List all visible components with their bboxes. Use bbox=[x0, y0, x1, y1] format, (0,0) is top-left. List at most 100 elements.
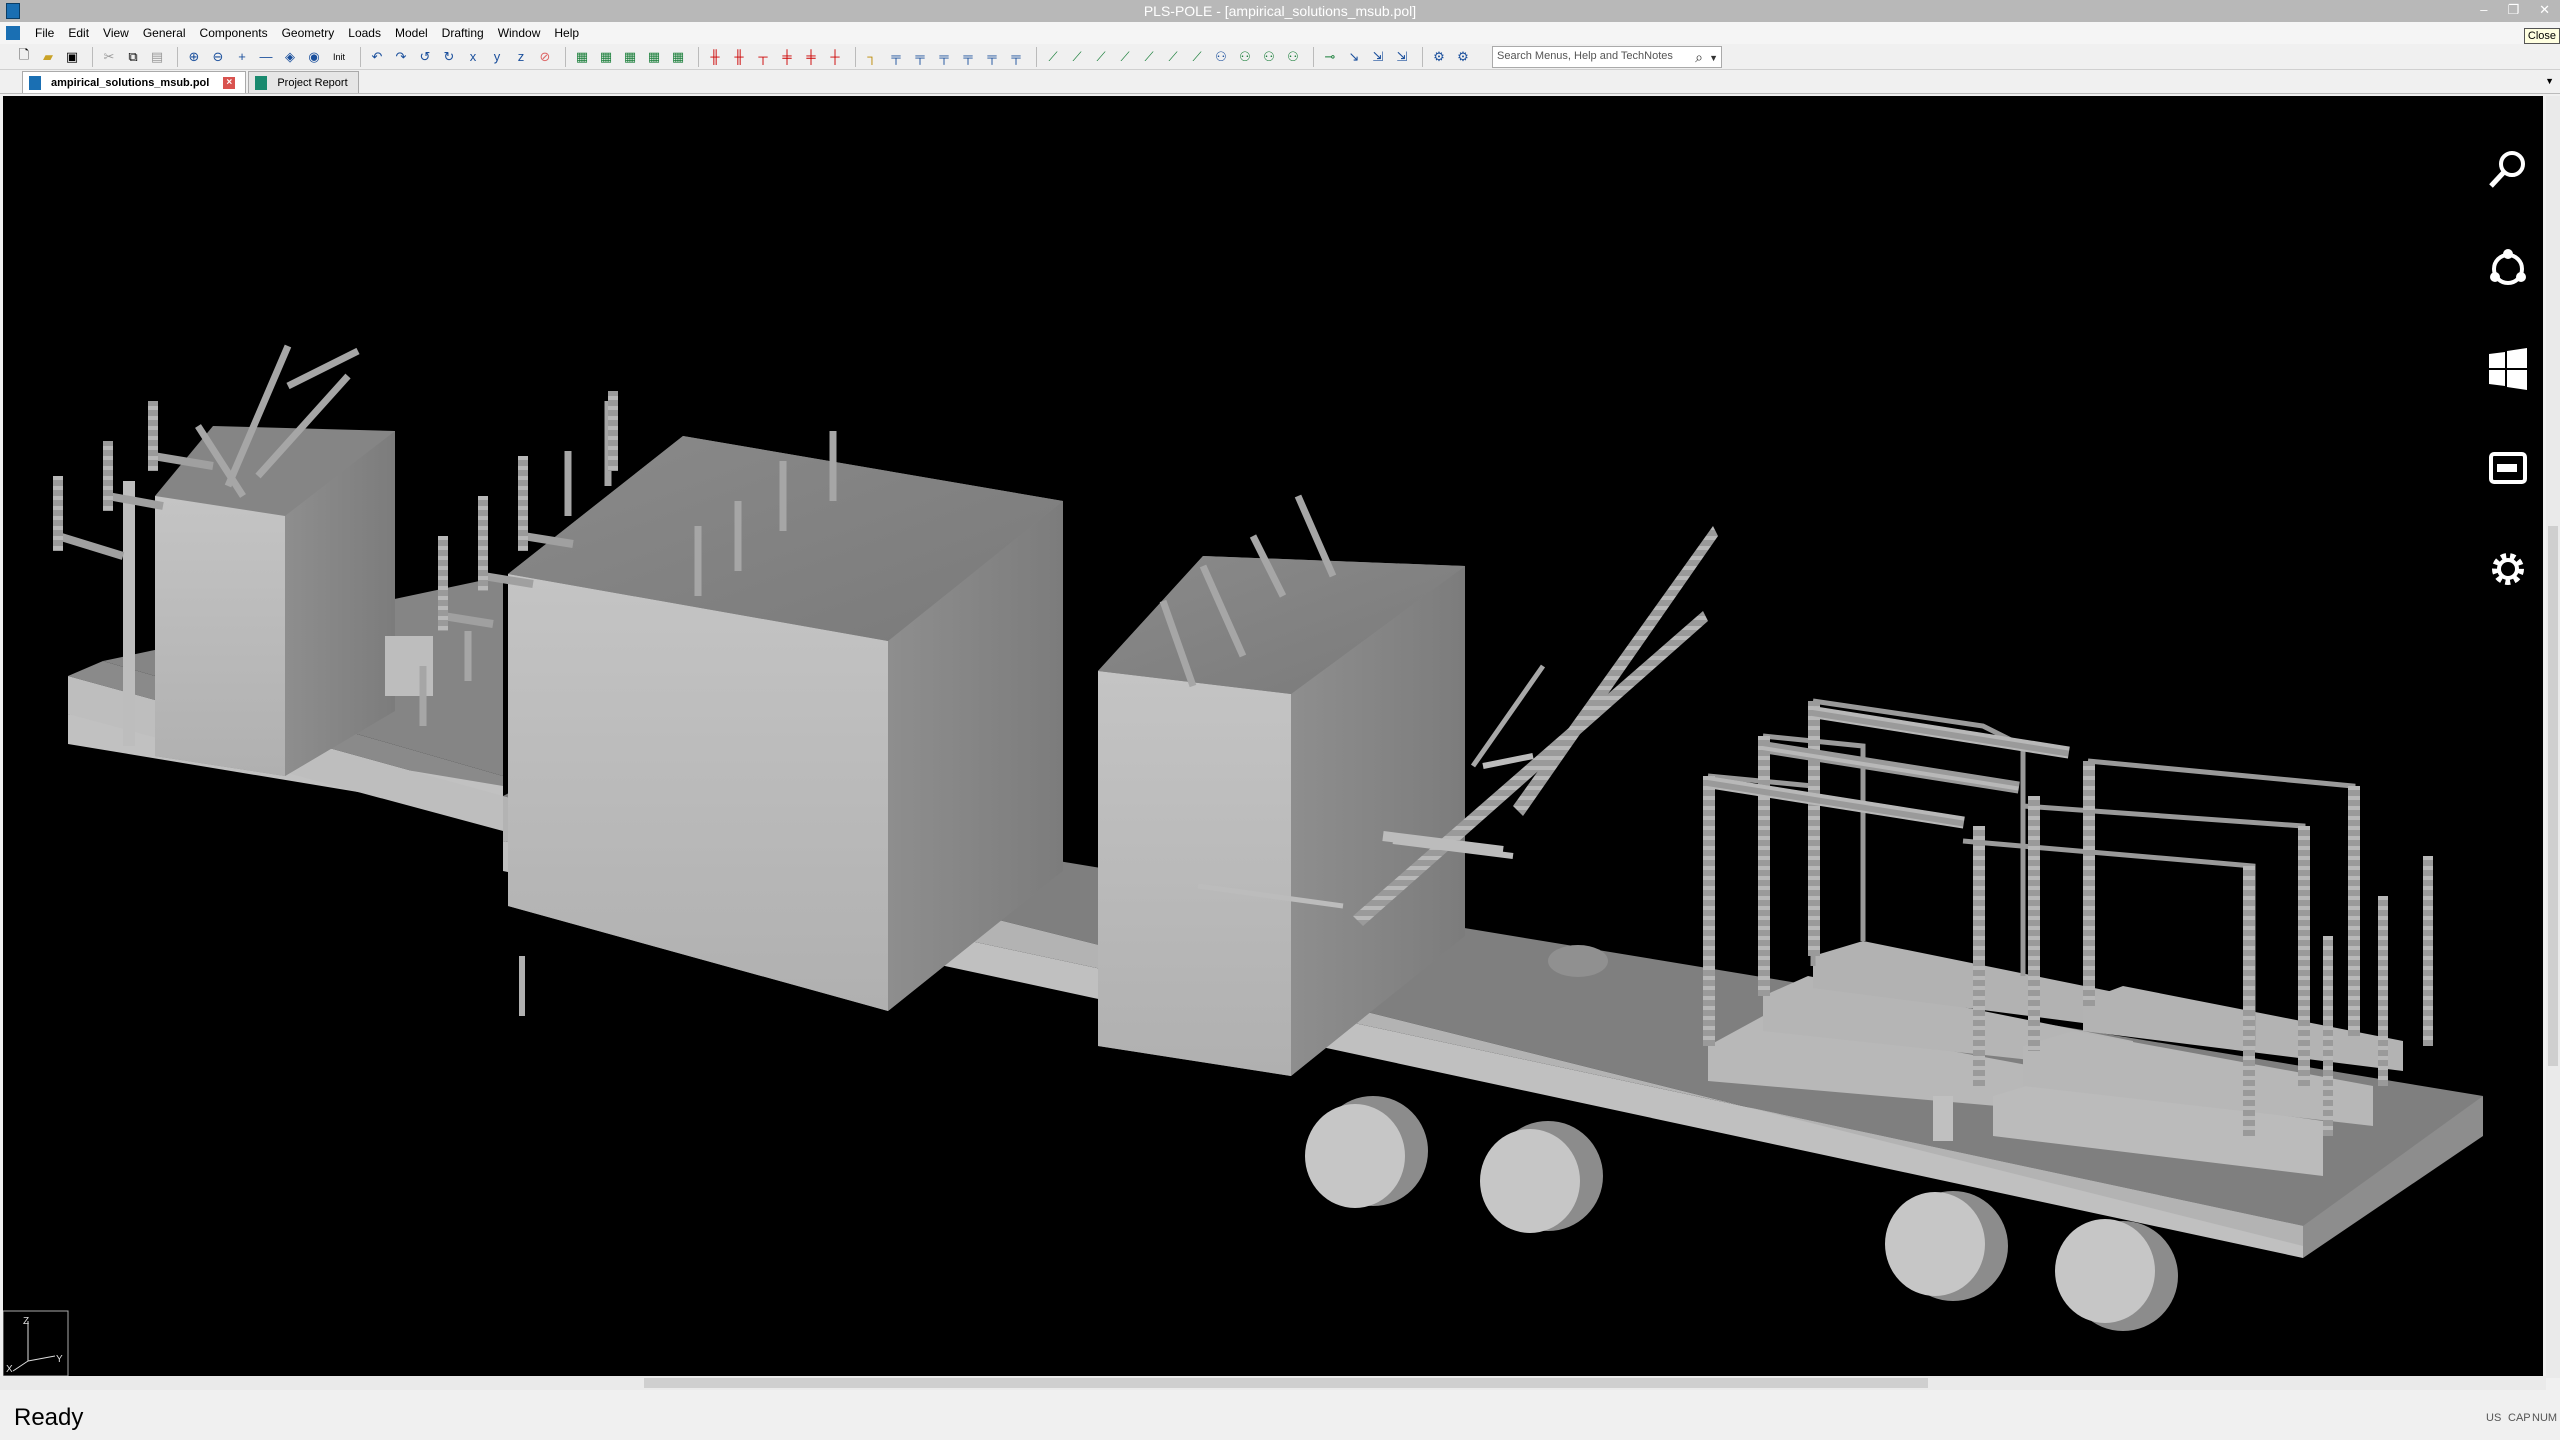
tab-close-icon[interactable]: × bbox=[223, 76, 236, 89]
vertical-scroll-thumb[interactable] bbox=[2548, 526, 2558, 1066]
insulator-tool-11-icon[interactable]: ⚇ bbox=[1283, 47, 1303, 67]
view-2-icon[interactable]: ▦ bbox=[596, 47, 616, 67]
start-charm-icon[interactable] bbox=[2485, 346, 2531, 392]
settings-charm-icon[interactable] bbox=[2485, 546, 2531, 592]
arm-tool-7-icon[interactable]: ╤ bbox=[1006, 47, 1026, 67]
axis-z-icon[interactable]: z bbox=[511, 47, 531, 67]
pole-file-icon bbox=[29, 75, 41, 90]
insulator-tool-1-icon[interactable]: ⟋ bbox=[1043, 47, 1063, 67]
window-title: PLS-POLE - [ampirical_solutions_msub.pol… bbox=[1143, 3, 1417, 19]
menu-file[interactable]: File bbox=[28, 22, 61, 44]
close-icon[interactable]: ✕ bbox=[2539, 2, 2550, 18]
axis-triad: Z Y X bbox=[3, 1310, 69, 1376]
rotate-left-icon[interactable]: ↶ bbox=[367, 47, 387, 67]
plus-icon[interactable]: + bbox=[232, 47, 252, 67]
arm-tool-2-icon[interactable]: ╤ bbox=[886, 47, 906, 67]
pole-tool-3-icon[interactable]: ┬ bbox=[753, 47, 773, 67]
guy-tool-3-icon[interactable]: ⇲ bbox=[1368, 47, 1388, 67]
insulator-tool-5-icon[interactable]: ⟋ bbox=[1139, 47, 1159, 67]
devices-charm-icon[interactable] bbox=[2485, 446, 2531, 492]
pole-tool-6-icon[interactable]: ┼ bbox=[825, 47, 845, 67]
menu-drafting[interactable]: Drafting bbox=[435, 22, 491, 44]
search-placeholder: Search Menus, Help and TechNotes bbox=[1497, 50, 1673, 62]
menu-view[interactable]: View bbox=[96, 22, 136, 44]
insulator-tool-2-icon[interactable]: ⟋ bbox=[1067, 47, 1087, 67]
restore-icon[interactable]: ❐ bbox=[2507, 2, 2519, 18]
view-4-icon[interactable]: ▦ bbox=[644, 47, 664, 67]
view-3-icon[interactable]: ▦ bbox=[620, 47, 640, 67]
copy-icon[interactable]: ⧉ bbox=[123, 47, 143, 67]
pole-tool-1-icon[interactable]: ╫ bbox=[705, 47, 725, 67]
search-charm-icon[interactable] bbox=[2485, 146, 2531, 192]
menu-edit[interactable]: Edit bbox=[61, 22, 96, 44]
menu-window[interactable]: Window bbox=[491, 22, 548, 44]
menu-bar: File Edit View General Components Geomet… bbox=[0, 22, 2560, 44]
axis-z-label: Z bbox=[23, 1316, 29, 1327]
zoom-window-icon[interactable]: ◉ bbox=[304, 47, 324, 67]
search-input[interactable]: Search Menus, Help and TechNotes ⌕ ▼ bbox=[1492, 46, 1722, 68]
axis-x-label: X bbox=[6, 1364, 13, 1375]
menu-geometry[interactable]: Geometry bbox=[275, 22, 342, 44]
axis-y-icon[interactable]: y bbox=[487, 47, 507, 67]
rotate-x-icon[interactable]: ↺ bbox=[415, 47, 435, 67]
chevron-down-icon[interactable]: ▼ bbox=[1709, 53, 1718, 63]
menu-model[interactable]: Model bbox=[388, 22, 435, 44]
pole-tool-2-icon[interactable]: ╫ bbox=[729, 47, 749, 67]
charms-bar bbox=[2463, 146, 2543, 606]
guy-tool-2-icon[interactable]: ↘ bbox=[1344, 47, 1364, 67]
minimize-icon[interactable]: – bbox=[2480, 2, 2487, 18]
pole-tool-4-icon[interactable]: ╪ bbox=[777, 47, 797, 67]
arm-tool-3-icon[interactable]: ╤ bbox=[910, 47, 930, 67]
menu-components[interactable]: Components bbox=[193, 22, 275, 44]
arm-tool-4-icon[interactable]: ╤ bbox=[934, 47, 954, 67]
share-charm-icon[interactable] bbox=[2485, 246, 2531, 292]
view-1-icon[interactable]: ▦ bbox=[572, 47, 592, 67]
insulator-tool-8-icon[interactable]: ⚇ bbox=[1211, 47, 1231, 67]
menu-general[interactable]: General bbox=[136, 22, 193, 44]
insulator-tool-4-icon[interactable]: ⟋ bbox=[1115, 47, 1135, 67]
paste-icon[interactable]: ▤ bbox=[147, 47, 167, 67]
axis-x-icon[interactable]: x bbox=[463, 47, 483, 67]
open-icon[interactable]: ▰ bbox=[38, 47, 58, 67]
tab-ampirical-solutions[interactable]: ampirical_solutions_msub.pol × bbox=[22, 71, 247, 93]
arm-tool-5-icon[interactable]: ╤ bbox=[958, 47, 978, 67]
tab-project-report[interactable]: Project Report bbox=[248, 71, 359, 93]
insulator-tool-6-icon[interactable]: ⟋ bbox=[1163, 47, 1183, 67]
guy-tool-4-icon[interactable]: ⇲ bbox=[1392, 47, 1412, 67]
rotate-right-icon[interactable]: ↷ bbox=[391, 47, 411, 67]
new-icon[interactable]: 🗋 bbox=[14, 47, 34, 67]
view-5-icon[interactable]: ▦ bbox=[668, 47, 688, 67]
minus-icon[interactable]: — bbox=[256, 47, 276, 67]
vertical-scrollbar[interactable] bbox=[2546, 96, 2560, 1378]
init-view-button[interactable]: Init bbox=[328, 47, 350, 67]
check-tool-1-icon[interactable]: ⚙ bbox=[1429, 47, 1449, 67]
check-tool-2-icon[interactable]: ⚙ bbox=[1453, 47, 1473, 67]
document-icon[interactable] bbox=[6, 26, 20, 40]
horizontal-scrollbar[interactable] bbox=[0, 1376, 2546, 1390]
tab-label: Project Report bbox=[277, 76, 348, 89]
insulator-tool-3-icon[interactable]: ⟋ bbox=[1091, 47, 1111, 67]
tab-list-chevron-icon[interactable]: ▼ bbox=[2545, 76, 2554, 86]
insulator-tool-10-icon[interactable]: ⚇ bbox=[1259, 47, 1279, 67]
pan-icon[interactable]: ◈ bbox=[280, 47, 300, 67]
guy-tool-1-icon[interactable]: ⊸ bbox=[1320, 47, 1340, 67]
arm-tool-6-icon[interactable]: ╤ bbox=[982, 47, 1002, 67]
model-viewport[interactable]: Z Y X bbox=[3, 96, 2543, 1376]
status-cap: CAP bbox=[2508, 1412, 2531, 1424]
cut-icon[interactable]: ✂ bbox=[99, 47, 119, 67]
stop-icon[interactable]: ⊘ bbox=[535, 47, 555, 67]
zoom-in-icon[interactable]: ⊕ bbox=[184, 47, 204, 67]
report-icon bbox=[255, 75, 268, 90]
save-icon[interactable]: ▣ bbox=[62, 47, 82, 67]
horizontal-scroll-thumb[interactable] bbox=[644, 1378, 1928, 1388]
arm-tool-1-icon[interactable]: ┐ bbox=[862, 47, 882, 67]
search-icon[interactable]: ⌕ bbox=[1695, 49, 1703, 66]
zoom-out-icon[interactable]: ⊖ bbox=[208, 47, 228, 67]
title-bar: PLS-POLE - [ampirical_solutions_msub.pol… bbox=[0, 0, 2560, 22]
menu-help[interactable]: Help bbox=[547, 22, 586, 44]
rotate-y-icon[interactable]: ↻ bbox=[439, 47, 459, 67]
pole-tool-5-icon[interactable]: ╪ bbox=[801, 47, 821, 67]
insulator-tool-9-icon[interactable]: ⚇ bbox=[1235, 47, 1255, 67]
menu-loads[interactable]: Loads bbox=[341, 22, 388, 44]
insulator-tool-7-icon[interactable]: ⟋ bbox=[1187, 47, 1207, 67]
